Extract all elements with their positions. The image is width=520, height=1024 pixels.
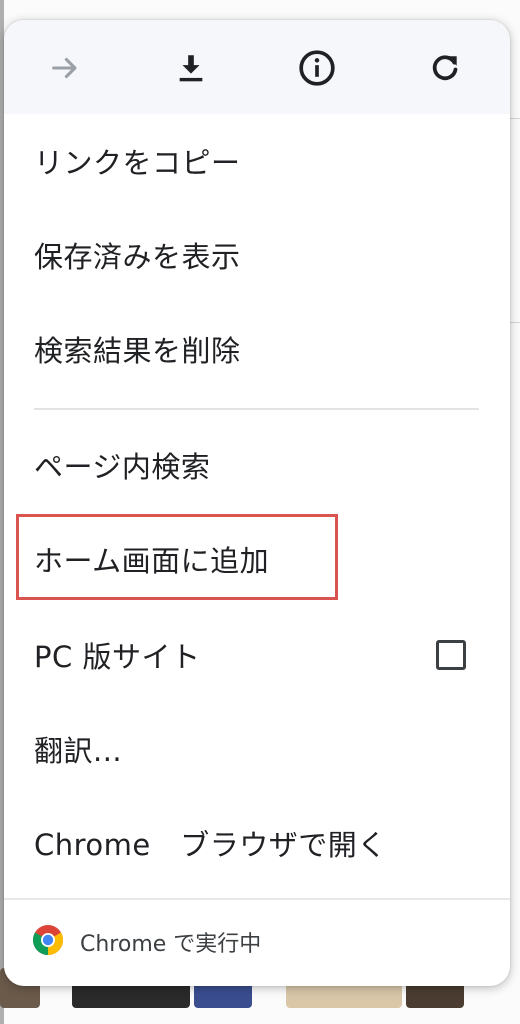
menu-item-label: ページ内検索 (34, 450, 211, 484)
reload-icon (432, 55, 458, 81)
reload-button[interactable] (422, 45, 468, 91)
info-icon (299, 50, 335, 86)
download-icon (179, 55, 203, 82)
overflow-menu: リンクをコピー 保存済みを表示 検索結果を削除 ページ内検索 ホーム画面に追加 … (4, 20, 510, 986)
download-button[interactable] (168, 45, 214, 91)
menu-item-open-in-chrome[interactable]: Chrome ブラウザで開く (4, 798, 510, 888)
menu-item-find-in-page[interactable]: ページ内検索 (4, 420, 510, 510)
desktop-site-checkbox[interactable] (436, 640, 466, 670)
menu-item-label: 翻訳... (34, 734, 123, 768)
menu-item-label: 検索結果を削除 (34, 334, 241, 368)
forward-button[interactable] (42, 45, 88, 91)
highlight-box (16, 514, 338, 600)
menu-item-desktop-site[interactable]: PC 版サイト (4, 610, 510, 700)
menu-item-show-saved[interactable]: 保存済みを表示 (4, 210, 510, 300)
menu-toolbar (4, 20, 510, 114)
menu-item-copy-link[interactable]: リンクをコピー (4, 116, 510, 206)
page-info-button[interactable] (294, 45, 340, 91)
menu-item-label: Chrome ブラウザで開く (34, 828, 387, 862)
chrome-logo-icon (32, 925, 64, 955)
menu-item-label: PC 版サイト (34, 640, 201, 674)
menu-item-label: 保存済みを表示 (34, 240, 241, 274)
menu-item-translate[interactable]: 翻訳... (4, 704, 510, 794)
menu-divider (34, 408, 479, 410)
menu-item-delete-results[interactable]: 検索結果を削除 (4, 304, 510, 394)
footer-label: Chrome で実行中 (80, 932, 262, 957)
menu-item-label: リンクをコピー (34, 146, 241, 180)
menu-footer: Chrome で実行中 (4, 900, 510, 986)
arrow-right-icon (52, 57, 77, 79)
